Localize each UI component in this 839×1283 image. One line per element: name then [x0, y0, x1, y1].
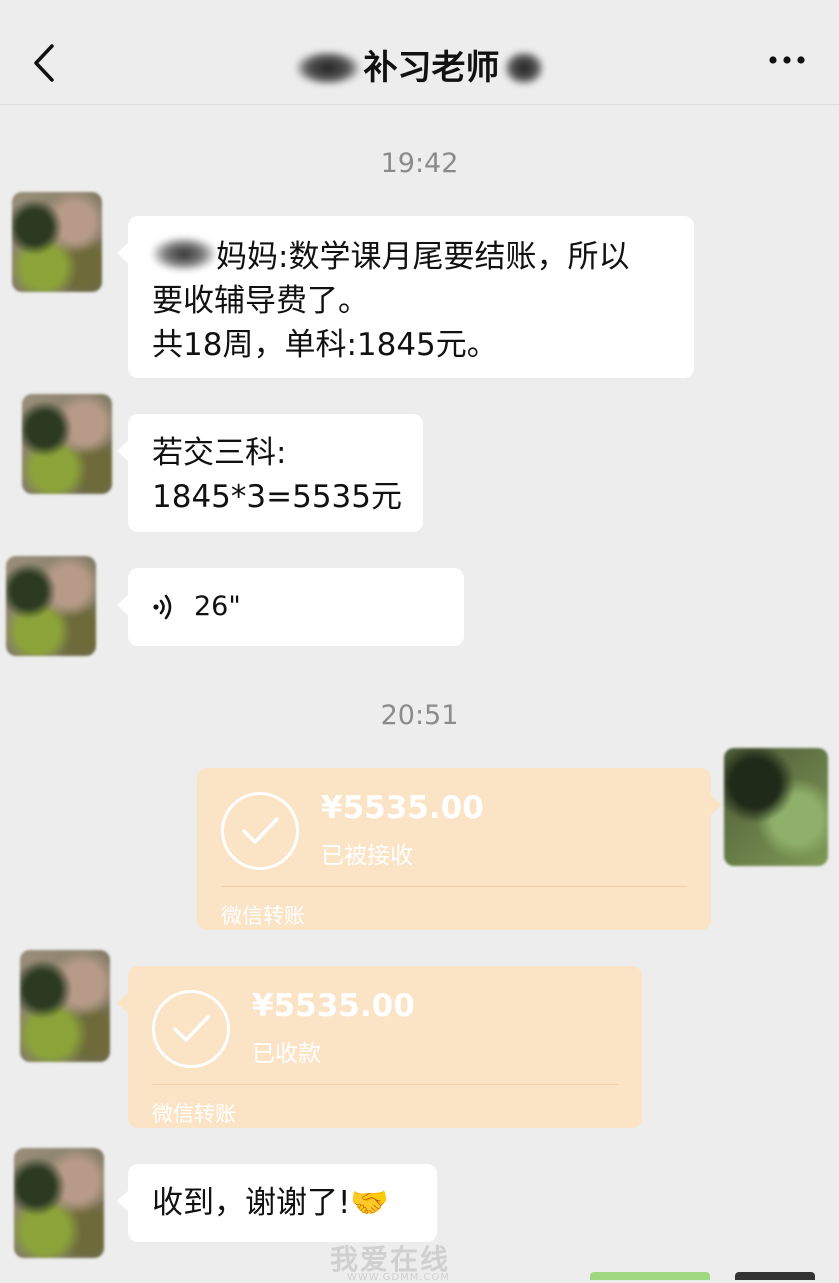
avatar[interactable] — [6, 556, 96, 656]
message-line: 1845*3=5535元 — [152, 479, 402, 515]
message-bubble[interactable]: 收到，谢谢了!🤝 — [117, 1164, 437, 1242]
transfer-label: 微信转账 — [152, 1102, 236, 1126]
transfer-status: 已被接收 — [321, 843, 413, 869]
more-button[interactable] — [767, 50, 807, 70]
divider — [152, 1084, 618, 1085]
message-bubble[interactable]: 妈妈:数学课月尾要结账，所以 要收辅导费了。 共18周，单科:1845元。 — [117, 216, 694, 378]
message-text: 收到，谢谢了!🤝 — [152, 1185, 390, 1221]
timestamp: 20:51 — [380, 700, 459, 731]
chat-title: 补习老师 — [0, 40, 839, 89]
more-dots-icon — [769, 56, 805, 64]
bottom-edge — [735, 1272, 815, 1280]
watermark: 我爱在线 WWW.GDMM.COM — [330, 1238, 450, 1283]
timestamp: 19:42 — [380, 148, 459, 179]
message-bubble[interactable]: 若交三科: 1845*3=5535元 — [117, 414, 423, 532]
transfer-amount: ¥5535.00 — [252, 988, 415, 1024]
message-line: 若交三科: — [152, 435, 287, 471]
avatar[interactable] — [20, 950, 110, 1062]
chat-title-text: 补习老师 — [363, 48, 500, 88]
check-circle-icon — [221, 792, 299, 870]
message-text: 妈妈:数学课月尾要结账，所以 — [216, 239, 630, 275]
transfer-card-received[interactable]: ¥5535.00 已收款 微信转账 — [117, 966, 642, 1128]
transfer-card-sent[interactable]: ¥5535.00 已被接收 微信转账 — [197, 768, 722, 930]
redacted-name — [152, 237, 216, 271]
transfer-status: 已收款 — [252, 1041, 321, 1067]
voice-duration: 26" — [194, 591, 241, 622]
redacted-name — [295, 51, 360, 85]
transfer-amount: ¥5535.00 — [321, 790, 484, 826]
check-circle-icon — [152, 990, 230, 1068]
message-line: 妈妈:数学课月尾要结账，所以 — [152, 235, 670, 279]
watermark-url: WWW.GDMM.COM — [346, 1272, 451, 1283]
avatar[interactable] — [14, 1148, 104, 1258]
message-line: 共18周，单科:1845元。 — [152, 327, 498, 363]
bottom-edge — [590, 1272, 710, 1280]
voice-message[interactable]: 26" — [117, 568, 464, 646]
avatar[interactable] — [12, 192, 102, 292]
avatar[interactable] — [22, 394, 112, 494]
transfer-label: 微信转账 — [221, 904, 305, 928]
redacted-suffix — [503, 51, 544, 85]
divider — [221, 886, 687, 887]
avatar-self[interactable] — [724, 748, 828, 866]
nav-bar: 补习老师 — [0, 0, 839, 105]
voice-wave-icon — [153, 594, 172, 620]
message-line: 要收辅导费了。 — [152, 283, 369, 319]
